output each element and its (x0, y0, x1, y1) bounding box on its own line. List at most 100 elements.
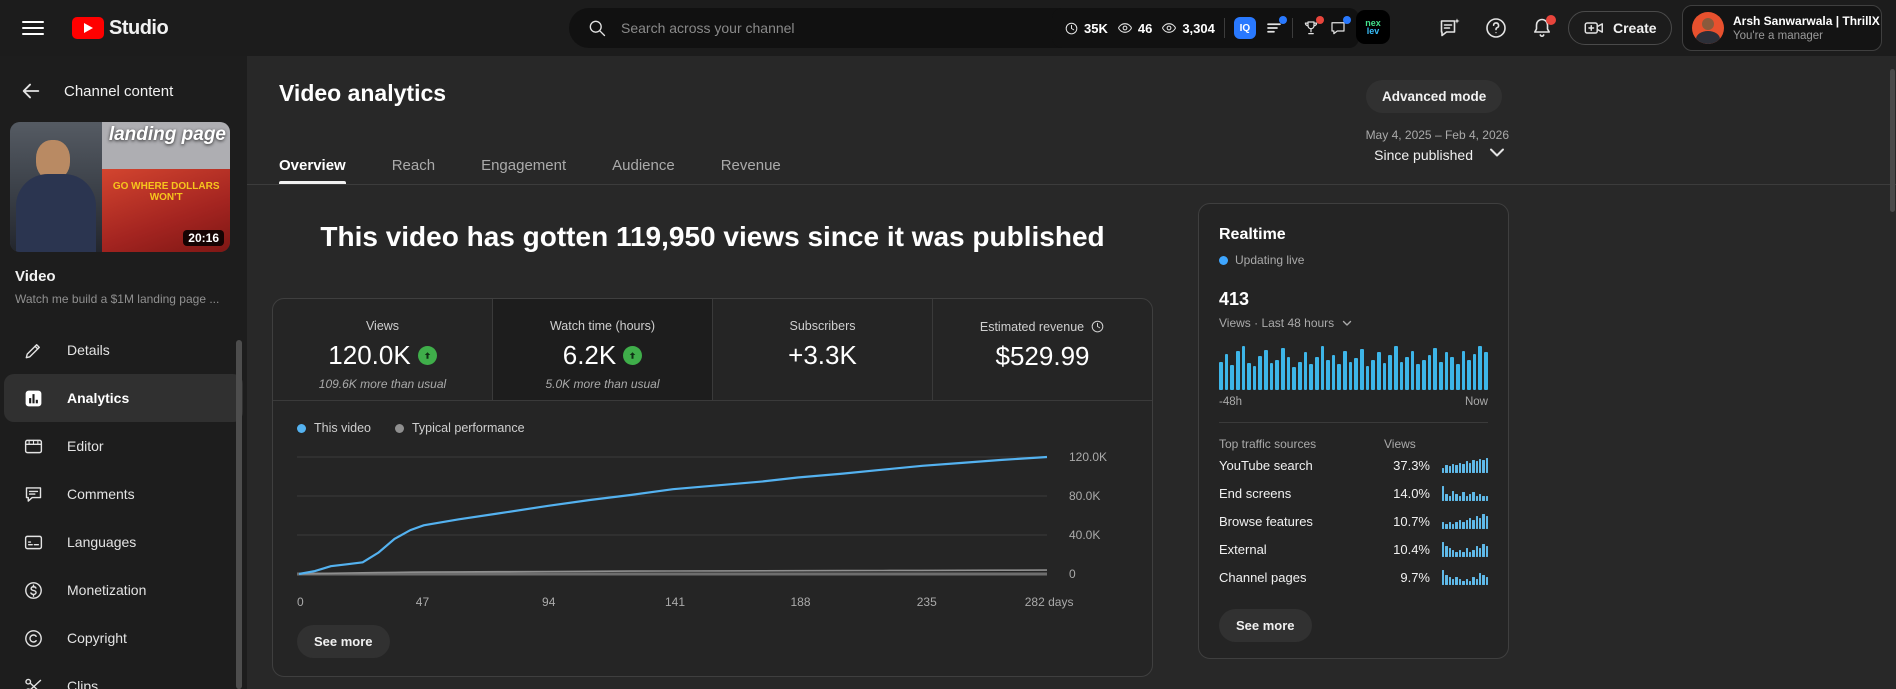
editor-icon (22, 436, 44, 457)
notification-dot (1315, 16, 1324, 24)
vidiq-rank-icon[interactable] (1265, 16, 1287, 37)
realtime-count-filter[interactable]: Views · Last 48 hours (1219, 316, 1488, 330)
realtime-bar-chart[interactable] (1219, 346, 1488, 390)
sparkline (1442, 485, 1489, 501)
notification-dot (1546, 15, 1556, 25)
chat-icon[interactable] (1329, 16, 1351, 37)
divider (1223, 18, 1225, 38)
sidebar-item-monetization[interactable]: Monetization (4, 566, 243, 614)
scissors-icon (22, 676, 44, 689)
date-range-selector[interactable]: May 4, 2025 – Feb 4, 2026 Since publishe… (1247, 128, 1509, 163)
up-arrow-icon (417, 346, 437, 365)
views-total-stat: 3,304 (1161, 20, 1215, 36)
sparkline (1442, 541, 1489, 557)
vidiq-icon[interactable]: IQ (1233, 17, 1256, 39)
chevron-down-icon (1342, 320, 1352, 326)
advanced-mode-button[interactable]: Advanced mode (1366, 80, 1503, 113)
copyright-icon (22, 628, 44, 649)
youtube-studio-logo[interactable]: Studio (72, 16, 169, 40)
sparkline (1442, 457, 1489, 473)
tab-revenue[interactable]: Revenue (721, 146, 781, 184)
sidebar-item-editor[interactable]: Editor (4, 422, 243, 470)
key-metrics-card: Views 120.0K 109.6K more than usual Watc… (272, 298, 1153, 677)
sidebar-item-analytics[interactable]: Analytics (4, 374, 243, 422)
sidebar-scrollbar[interactable] (236, 340, 242, 689)
back-label: Channel content (64, 82, 174, 100)
traffic-row-browse-features[interactable]: Browse features 10.7% (1219, 507, 1489, 535)
traffic-row-end-screens[interactable]: End screens 14.0% (1219, 479, 1489, 507)
sparkline (1442, 513, 1489, 529)
video-title: Watch me build a $1M landing page ... (15, 292, 220, 306)
menu-icon[interactable] (22, 21, 44, 35)
views-hour-stat: 46 (1117, 20, 1152, 36)
divider (247, 184, 1896, 185)
traffic-row-youtube-search[interactable]: YouTube search 37.3% (1219, 451, 1489, 479)
tab-overview[interactable]: Overview (279, 146, 346, 184)
legend-typical-performance[interactable]: Typical performance (394, 421, 525, 435)
subtitles-icon (22, 532, 44, 553)
avatar (1692, 12, 1724, 44)
realtime-see-more-button[interactable]: See more (1219, 609, 1312, 642)
sidebar: Channel content Go Where Dollars Won't l… (0, 56, 247, 689)
updating-live: Updating live (1219, 253, 1488, 267)
back-to-channel-content[interactable]: Channel content (0, 56, 247, 120)
see-more-button[interactable]: See more (297, 625, 390, 658)
views-headline: This video has gotten 119,950 views sinc… (320, 221, 1105, 252)
vidiq-stats-pill[interactable]: 35K 46 3,304 IQ (1052, 8, 1359, 48)
thumbnail-person (10, 122, 103, 252)
main-scrollbar[interactable] (1890, 69, 1895, 212)
video-plus-icon (1584, 22, 1603, 34)
studio-logo-text: Studio (109, 16, 169, 39)
watch-time-stat: 35K (1064, 21, 1108, 36)
sidebar-item-details[interactable]: Details (4, 326, 243, 374)
feedback-icon[interactable] (1438, 16, 1462, 40)
metric-card-revenue[interactable]: Estimated revenue $529.99 (933, 299, 1152, 400)
x-axis-labels: 0 47 94 141 188 235 282 days (297, 595, 1074, 609)
analytics-icon (22, 388, 44, 409)
duration-badge: 20:16 (183, 230, 224, 246)
traffic-row-channel-pages[interactable]: Channel pages 9.7% (1219, 563, 1489, 591)
sidebar-item-copyright[interactable]: Copyright (4, 614, 243, 662)
video-section-label: Video (15, 268, 56, 285)
divider (1291, 18, 1293, 38)
sidebar-item-clips[interactable]: Clips (4, 662, 243, 689)
realtime-axis: -48h Now (1219, 396, 1488, 423)
help-icon[interactable] (1484, 16, 1508, 40)
notification-dot (1278, 16, 1287, 24)
create-button[interactable]: Create (1568, 11, 1672, 45)
metric-card-watch-time[interactable]: Watch time (hours) 6.2K 5.0K more than u… (493, 299, 713, 400)
topbar: Studio 35K 46 3,304 IQ (0, 0, 1896, 56)
main-content: Video analytics Advanced mode May 4, 202… (247, 56, 1896, 689)
live-dot (1219, 255, 1228, 265)
tab-reach[interactable]: Reach (392, 146, 435, 184)
y-axis-labels: 120.0K 80.0K 40.0K 0 (1069, 450, 1108, 581)
tab-audience[interactable]: Audience (612, 146, 675, 184)
performance-chart[interactable] (297, 443, 1053, 589)
realtime-card: Realtime Updating live 413 Views · Last … (1198, 203, 1509, 659)
pencil-icon (22, 340, 44, 361)
legend-this-video[interactable]: This video (297, 421, 371, 435)
video-thumbnail[interactable]: Go Where Dollars Won't landing page 20:1… (10, 122, 230, 252)
thumbnail-title-text: landing page (108, 124, 226, 145)
tab-engagement[interactable]: Engagement (481, 146, 566, 184)
metric-card-subscribers[interactable]: Subscribers +3.3K (713, 299, 933, 400)
notifications-bell-icon[interactable] (1530, 15, 1556, 40)
nexlev-extension-icon[interactable]: nex lev (1356, 10, 1390, 44)
clock-icon (1065, 22, 1078, 34)
sidebar-item-languages[interactable]: Languages (4, 518, 243, 566)
metric-card-views[interactable]: Views 120.0K 109.6K more than usual (273, 299, 493, 400)
traffic-row-external[interactable]: External 10.4% (1219, 535, 1489, 563)
chevron-down-icon (1490, 148, 1504, 157)
sidebar-menu: Details Analytics Editor Comments Langua… (0, 326, 247, 689)
profile-name: Arsh Sanwarwala | ThrillX (1733, 14, 1880, 28)
trophy-icon[interactable] (1302, 16, 1324, 37)
up-arrow-icon (623, 346, 643, 365)
sidebar-item-comments[interactable]: Comments (4, 470, 243, 518)
date-range-text: May 4, 2025 – Feb 4, 2026 (1365, 128, 1509, 142)
analytics-tabs: Overview Reach Engagement Audience Reven… (279, 146, 781, 184)
dollar-circle-icon (22, 580, 44, 601)
clock-info-icon (1091, 320, 1104, 333)
search-icon (589, 20, 606, 37)
back-arrow-icon (22, 83, 40, 99)
profile-chip[interactable]: Arsh Sanwarwala | ThrillX You're a manag… (1682, 5, 1882, 51)
